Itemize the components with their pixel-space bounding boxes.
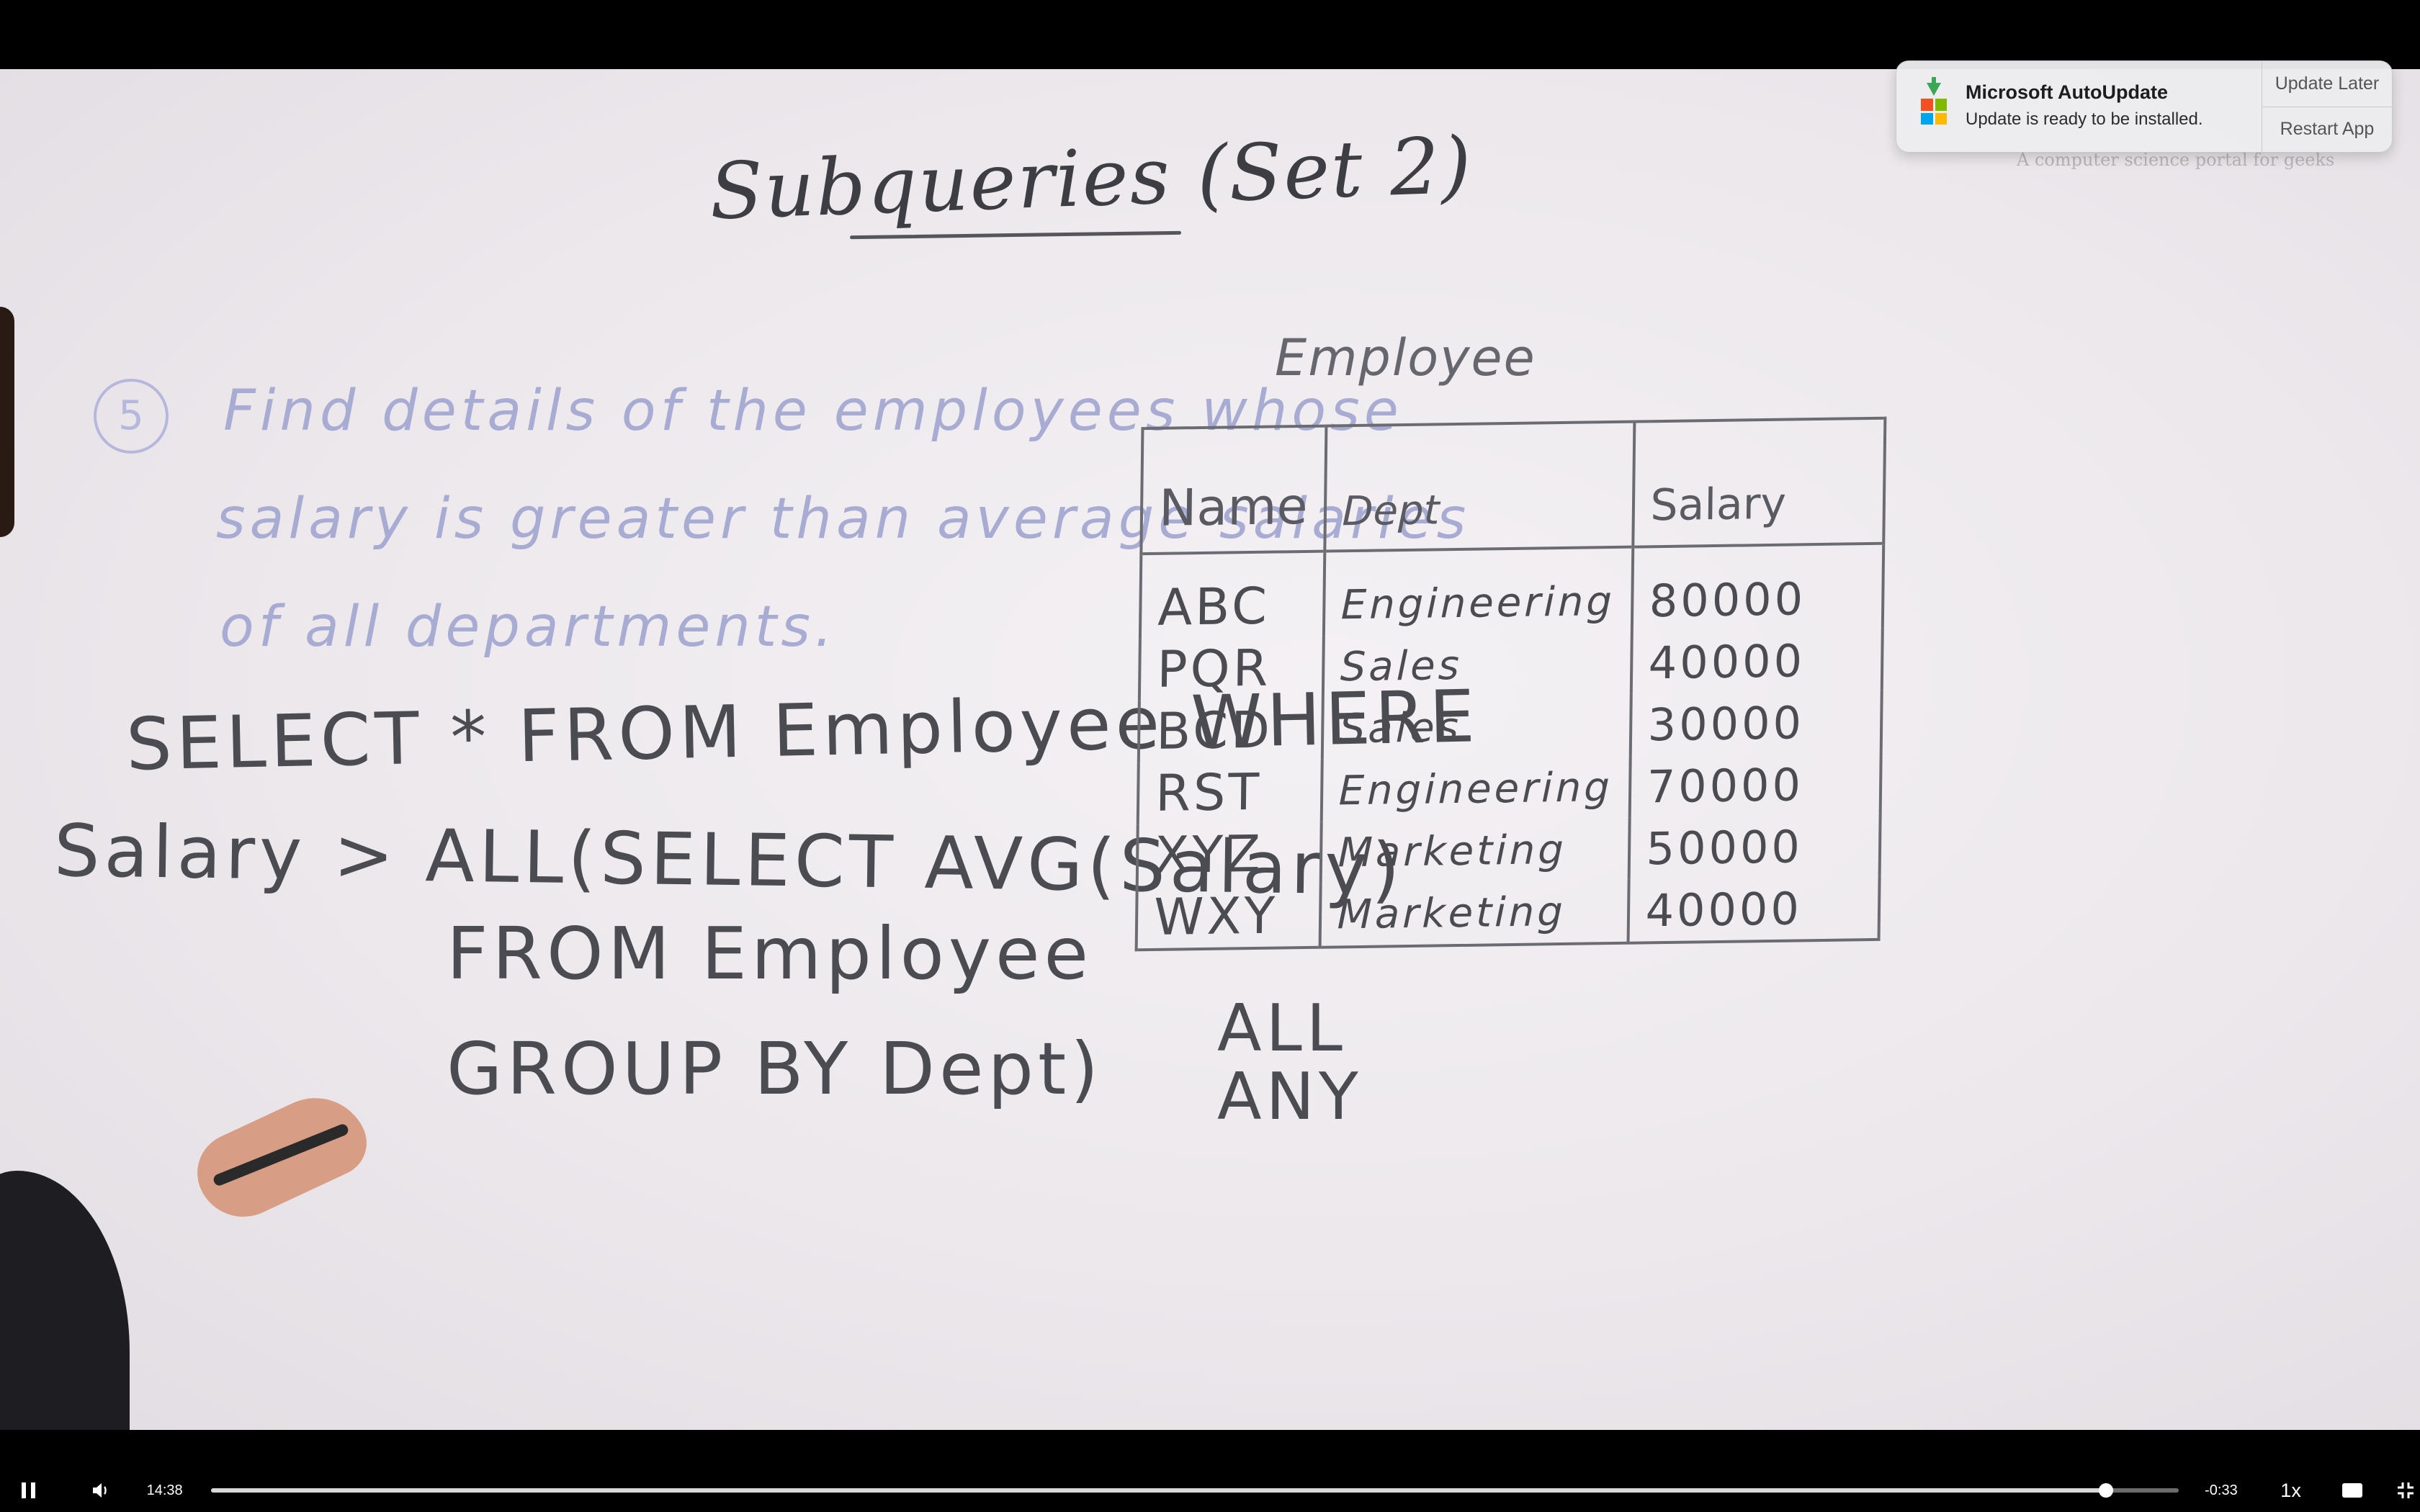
title-underline	[849, 230, 1182, 240]
video-frame[interactable]: Subqueries (Set 2) A computer science po…	[0, 69, 2420, 1430]
question-number: 5	[94, 379, 169, 454]
sql-line: GROUP BY Dept)	[447, 1027, 1103, 1111]
watermark: A computer science portal for geeks	[2017, 150, 2335, 170]
table-cell: 50000	[1628, 814, 1881, 880]
table-cell: Sales	[1322, 631, 1632, 698]
table-cell: WXY	[1136, 883, 1321, 950]
table-row: PQR Sales 40000	[1139, 628, 1883, 701]
microsoft-autoupdate-icon	[1915, 77, 1953, 126]
notification-text: Microsoft AutoUpdate Update is ready to …	[1966, 61, 2262, 152]
table-cell: Marketing	[1320, 817, 1630, 884]
table-cell: 70000	[1629, 752, 1881, 818]
table-cell: 80000	[1631, 543, 1883, 632]
table-cell: ABC	[1139, 551, 1325, 639]
board-title: Subqueries (Set 2)	[708, 120, 1474, 238]
notification-actions: Update Later Restart App	[2262, 61, 2392, 152]
table-cell: Engineering	[1321, 755, 1631, 822]
table-cell: 40000	[1628, 876, 1880, 943]
table-cell: 30000	[1630, 690, 1882, 756]
column-header: Dept	[1324, 421, 1634, 552]
table-cell: BCD	[1138, 698, 1323, 763]
column-header: Salary	[1632, 418, 1885, 547]
captions-icon[interactable]	[2338, 1483, 2367, 1498]
table-row: XYZ Marketing 50000	[1137, 814, 1881, 887]
table-header-row: Name Dept Salary	[1141, 418, 1885, 554]
table-cell: XYZ	[1137, 822, 1322, 887]
column-header: Name	[1141, 426, 1326, 554]
remaining-time: -0:33	[2205, 1482, 2238, 1498]
sql-line: FROM Employee	[447, 912, 1093, 996]
player-controls: 14:38 -0:33 1x	[0, 1469, 2420, 1512]
volume-icon[interactable]	[86, 1482, 115, 1498]
progress-scrubber[interactable]	[211, 1483, 2179, 1498]
notification-message: Update is ready to be installed.	[1966, 109, 2203, 129]
table-label: Employee	[1275, 328, 1536, 387]
exit-fullscreen-icon[interactable]	[2391, 1481, 2420, 1500]
presenter-edge	[0, 307, 14, 537]
question-line: of all departments.	[220, 595, 837, 660]
table-cell: RST	[1137, 760, 1322, 825]
employee-table: Name Dept Salary ABC Engineering 80000 P…	[1135, 417, 1886, 952]
note-all: ALL	[1217, 991, 1347, 1066]
table-cell: Engineering	[1323, 546, 1633, 636]
table-cell: Sales	[1322, 693, 1631, 760]
table-row: BCD Sales 30000	[1138, 690, 1882, 763]
table-cell: Marketing	[1319, 879, 1629, 948]
table-row: ABC Engineering 80000	[1139, 543, 1883, 639]
elapsed-time: 14:38	[146, 1482, 183, 1498]
restart-app-button[interactable]: Restart App	[2262, 106, 2392, 153]
autoupdate-notification[interactable]: Microsoft AutoUpdate Update is ready to …	[1896, 60, 2393, 153]
playback-speed-button[interactable]: 1x	[2269, 1480, 2313, 1502]
update-later-button[interactable]: Update Later	[2262, 61, 2392, 107]
table-cell: PQR	[1139, 636, 1324, 701]
table-row: RST Engineering 70000	[1137, 752, 1881, 825]
scrubber-handle[interactable]	[2099, 1483, 2114, 1498]
pause-icon[interactable]	[14, 1482, 43, 1498]
notification-title: Microsoft AutoUpdate	[1966, 81, 2168, 103]
table-row: WXY Marketing 40000	[1136, 876, 1880, 950]
progress-fill	[211, 1488, 2107, 1493]
note-any: ANY	[1217, 1059, 1363, 1135]
presenter-shirt	[0, 1171, 130, 1430]
table-cell: 40000	[1631, 628, 1883, 694]
